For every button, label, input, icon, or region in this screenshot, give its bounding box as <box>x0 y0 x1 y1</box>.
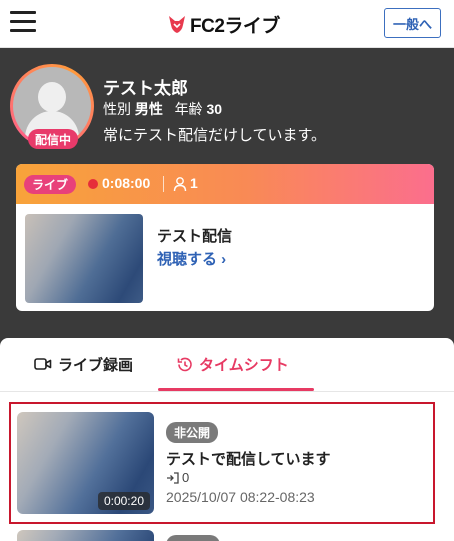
timeshift-title: テストで配信しています <box>166 451 331 468</box>
logo[interactable]: FC2ライブ <box>166 11 280 37</box>
logo-text: FC2ライブ <box>190 15 280 37</box>
viewer-count: 1 <box>190 175 198 191</box>
timeshift-thumbnail[interactable]: 0:00:20 <box>17 412 154 514</box>
age-value: 30 <box>206 101 223 117</box>
user-name: テスト太郎 <box>103 79 188 98</box>
view-count-value: 0 <box>182 470 190 485</box>
divider <box>0 391 454 392</box>
video-camera-icon <box>34 358 52 370</box>
duration-label: 0:00:20 <box>97 492 150 510</box>
view-count: 0 <box>166 470 189 485</box>
gender-value: 男性 <box>134 101 163 117</box>
tab-timeshift[interactable]: タイムシフト <box>176 338 289 390</box>
live-thumbnail[interactable] <box>25 214 143 303</box>
private-badge <box>166 535 220 541</box>
gender-label: 性別 <box>103 101 131 117</box>
viewer-icon <box>173 177 187 192</box>
live-title: テスト配信 <box>157 228 233 245</box>
tab-label: ライブ録画 <box>58 356 134 374</box>
recording-dot-icon <box>88 179 98 189</box>
login-arrow-icon <box>167 471 179 484</box>
live-tag: ライブ <box>24 175 76 194</box>
profile-section: 配信中 テスト太郎 性別 男性 年齢 30 常にテスト配信だけしています。 ライ… <box>0 48 454 338</box>
timeshift-item[interactable]: 0:00:20 非公開 テストで配信しています 0 2025/10/07 08:… <box>9 402 435 524</box>
fc2-fox-icon <box>169 16 185 33</box>
on-air-badge: 配信中 <box>28 129 78 149</box>
live-card[interactable]: ライブ 0:08:00 1 テスト配信 視聴する › <box>16 164 434 311</box>
watch-link[interactable]: 視聴する › <box>157 248 226 269</box>
menu-icon[interactable] <box>10 10 36 32</box>
age-label: 年齢 <box>174 101 203 117</box>
history-icon <box>177 357 192 371</box>
tab-live-recording[interactable]: ライブ録画 <box>34 338 133 390</box>
timeshift-date: 2025/10/07 08:22-08:23 <box>166 489 315 505</box>
timeshift-thumbnail[interactable] <box>17 530 154 541</box>
private-badge: 非公開 <box>166 422 219 443</box>
archive-section: ライブ録画 タイムシフト 0:00:20 非公開 テストで配信しています 0 2… <box>0 338 454 541</box>
user-meta: 性別 男性 年齢 30 <box>103 99 222 119</box>
page: FC2ライブ 一般へ 配信中 テスト太郎 性別 男性 年齢 30 常にテスト配信… <box>0 0 454 541</box>
divider <box>163 176 164 192</box>
top-header: FC2ライブ 一般へ <box>0 0 454 48</box>
tab-label: タイムシフト <box>199 356 289 374</box>
live-status-bar: ライブ 0:08:00 1 <box>16 164 434 204</box>
user-bio: 常にテスト配信だけしています。 <box>103 127 327 144</box>
general-button[interactable]: 一般へ <box>384 8 441 38</box>
timeshift-item[interactable] <box>9 528 435 541</box>
live-elapsed-time: 0:08:00 <box>102 175 151 191</box>
